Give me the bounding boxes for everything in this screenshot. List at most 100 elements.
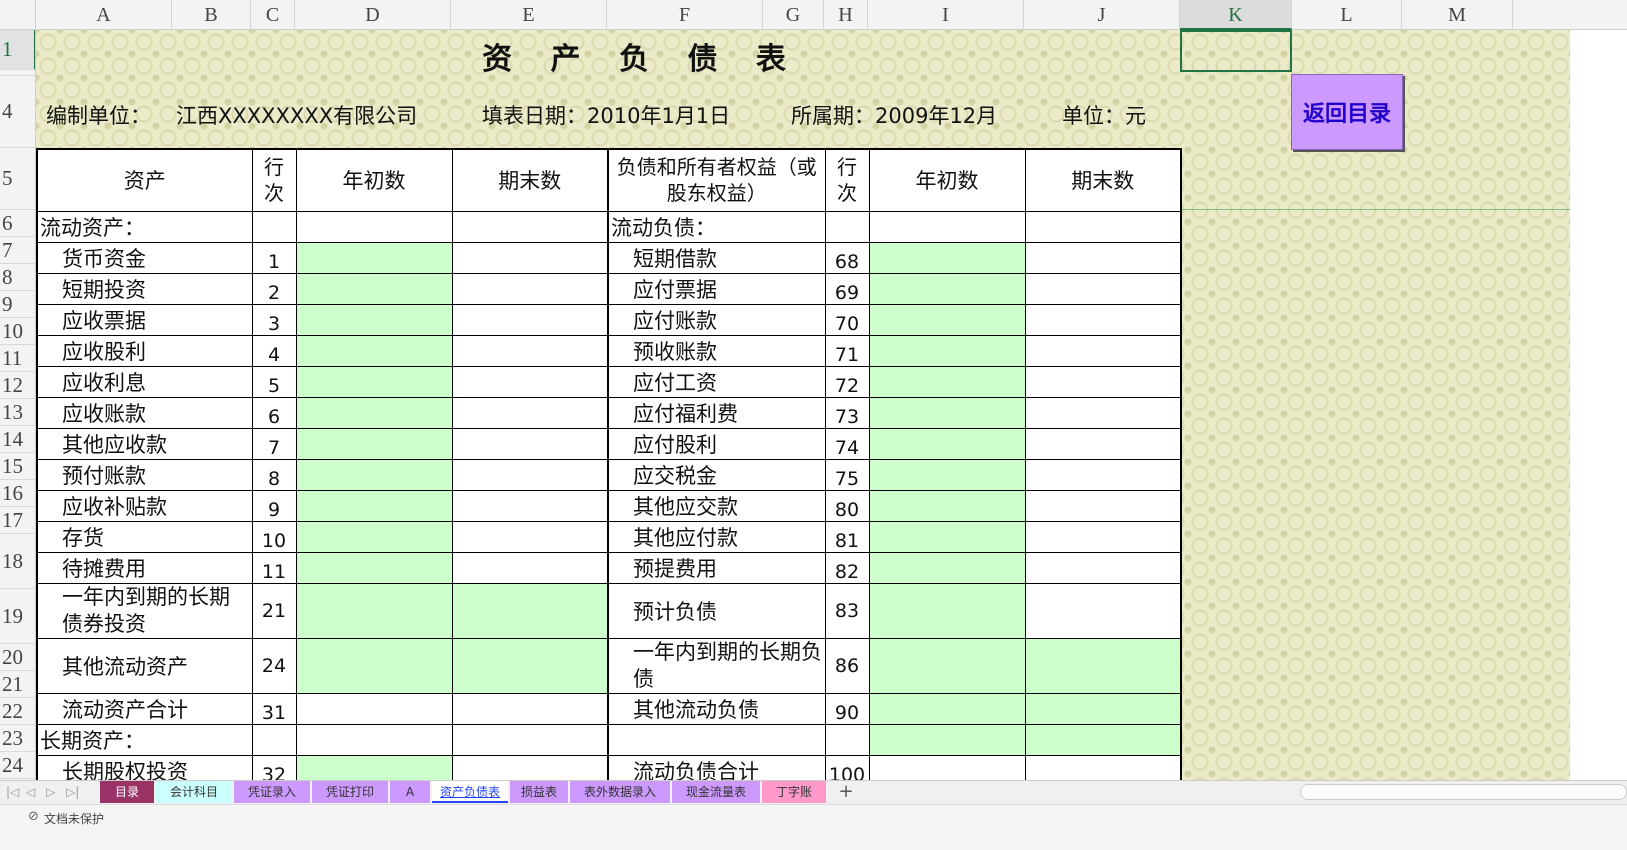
sheet-tab[interactable]: 损益表 <box>510 781 568 803</box>
header-end[interactable]: 期末数 <box>451 148 609 212</box>
asset-begin-cell[interactable] <box>295 272 453 305</box>
row-header[interactable]: 12 <box>0 372 35 399</box>
liability-item-label[interactable]: 应付股利 <box>607 427 826 460</box>
asset-item-label[interactable]: 应收股利 <box>36 334 253 367</box>
liability-item-label[interactable]: 其他应付款 <box>607 520 826 553</box>
liability-line-number[interactable]: 74 <box>824 427 870 460</box>
sheet-tab[interactable]: 表外数据录入 <box>570 781 670 803</box>
row-header[interactable]: 9 <box>0 291 35 318</box>
row-header[interactable]: 6 <box>0 210 35 237</box>
asset-end-cell[interactable] <box>451 303 609 336</box>
liability-end-cell[interactable] <box>1024 427 1182 460</box>
liability-line-number[interactable]: 68 <box>824 241 870 274</box>
header-begin-2[interactable]: 年初数 <box>868 148 1026 212</box>
asset-begin-cell[interactable] <box>295 692 453 725</box>
asset-begin-cell[interactable] <box>295 396 453 429</box>
asset-line-number[interactable]: 4 <box>251 334 297 367</box>
liability-begin-cell[interactable] <box>868 365 1026 398</box>
sheet-tab[interactable]: 资产负债表 <box>432 781 508 803</box>
sheet-tab[interactable]: 目录 <box>100 781 154 803</box>
liability-end-cell[interactable] <box>1024 396 1182 429</box>
liability-begin-cell[interactable] <box>868 723 1026 756</box>
liability-item-label[interactable]: 流动负债： <box>607 210 826 243</box>
asset-line-number[interactable]: 10 <box>251 520 297 553</box>
asset-end-cell[interactable] <box>451 637 609 694</box>
column-header-g[interactable]: G <box>763 0 824 30</box>
asset-end-cell[interactable] <box>451 365 609 398</box>
liability-line-number[interactable]: 80 <box>824 489 870 522</box>
asset-begin-cell[interactable] <box>295 303 453 336</box>
asset-begin-cell[interactable] <box>295 582 453 639</box>
liability-begin-cell[interactable] <box>868 520 1026 553</box>
sheet-tab[interactable]: 凭证录入 <box>234 781 310 803</box>
liability-begin-cell[interactable] <box>868 272 1026 305</box>
row-header[interactable]: 16 <box>0 480 35 507</box>
liability-begin-cell[interactable] <box>868 396 1026 429</box>
horizontal-scrollbar[interactable] <box>1300 784 1627 800</box>
liability-line-number[interactable]: 90 <box>824 692 870 725</box>
liability-begin-cell[interactable] <box>868 210 1026 243</box>
liability-end-cell[interactable] <box>1024 210 1182 243</box>
column-header-i[interactable]: I <box>868 0 1024 30</box>
asset-item-label[interactable]: 流动资产： <box>36 210 253 243</box>
row-header[interactable]: 15 <box>0 453 35 480</box>
asset-end-cell[interactable] <box>451 723 609 756</box>
asset-item-label[interactable]: 货币资金 <box>36 241 253 274</box>
column-header-h[interactable]: H <box>824 0 868 30</box>
row-header[interactable]: 8 <box>0 264 35 291</box>
liability-begin-cell[interactable] <box>868 427 1026 460</box>
asset-item-label[interactable]: 其他流动资产 <box>36 637 253 694</box>
asset-end-cell[interactable] <box>451 334 609 367</box>
select-all-corner[interactable] <box>0 0 36 30</box>
liability-begin-cell[interactable] <box>868 551 1026 584</box>
column-header-f[interactable]: F <box>607 0 763 30</box>
liability-end-cell[interactable] <box>1024 303 1182 336</box>
column-header-e[interactable]: E <box>451 0 607 30</box>
asset-end-cell[interactable] <box>451 241 609 274</box>
asset-line-number[interactable] <box>251 210 297 243</box>
liability-item-label[interactable]: 应付工资 <box>607 365 826 398</box>
liability-line-number[interactable] <box>824 723 870 756</box>
asset-item-label[interactable]: 短期投资 <box>36 272 253 305</box>
asset-item-label[interactable]: 预付账款 <box>36 458 253 491</box>
asset-item-label[interactable]: 应收票据 <box>36 303 253 336</box>
liability-item-label[interactable]: 预提费用 <box>607 551 826 584</box>
liability-begin-cell[interactable] <box>868 303 1026 336</box>
row-header[interactable]: 7 <box>0 237 35 264</box>
column-header-c[interactable]: C <box>251 0 295 30</box>
asset-line-number[interactable]: 6 <box>251 396 297 429</box>
liability-line-number[interactable]: 75 <box>824 458 870 491</box>
asset-line-number[interactable] <box>251 723 297 756</box>
liability-end-cell[interactable] <box>1024 272 1182 305</box>
column-header-j[interactable]: J <box>1024 0 1180 30</box>
asset-item-label[interactable]: 长期资产： <box>36 723 253 756</box>
asset-line-number[interactable]: 21 <box>251 582 297 639</box>
asset-line-number[interactable]: 31 <box>251 692 297 725</box>
column-header-a[interactable]: A <box>36 0 172 30</box>
back-to-index-button[interactable]: 返回目录 <box>1291 74 1403 150</box>
header-assets[interactable]: 资产 <box>36 148 253 212</box>
row-header[interactable]: 24 <box>0 752 35 779</box>
row-header[interactable]: 22 <box>0 698 35 725</box>
asset-begin-cell[interactable] <box>295 458 453 491</box>
asset-line-number[interactable]: 8 <box>251 458 297 491</box>
column-header-k[interactable]: K <box>1180 0 1292 30</box>
sheet-tab[interactable]: 丁字账 <box>762 781 826 803</box>
asset-begin-cell[interactable] <box>295 365 453 398</box>
sheet-tab[interactable]: 现金流量表 <box>672 781 760 803</box>
liability-item-label[interactable] <box>607 723 826 756</box>
asset-begin-cell[interactable] <box>295 241 453 274</box>
asset-line-number[interactable]: 3 <box>251 303 297 336</box>
liability-begin-cell[interactable] <box>868 241 1026 274</box>
liability-line-number[interactable]: 69 <box>824 272 870 305</box>
asset-line-number[interactable]: 2 <box>251 272 297 305</box>
row-header[interactable]: 5 <box>0 148 35 210</box>
liability-begin-cell[interactable] <box>868 692 1026 725</box>
asset-line-number[interactable]: 5 <box>251 365 297 398</box>
sheet-tab[interactable]: A <box>390 781 430 803</box>
asset-end-cell[interactable] <box>451 427 609 460</box>
add-sheet-button[interactable]: + <box>836 781 856 803</box>
asset-item-label[interactable]: 其他应收款 <box>36 427 253 460</box>
liability-item-label[interactable]: 预收账款 <box>607 334 826 367</box>
asset-begin-cell[interactable] <box>295 637 453 694</box>
